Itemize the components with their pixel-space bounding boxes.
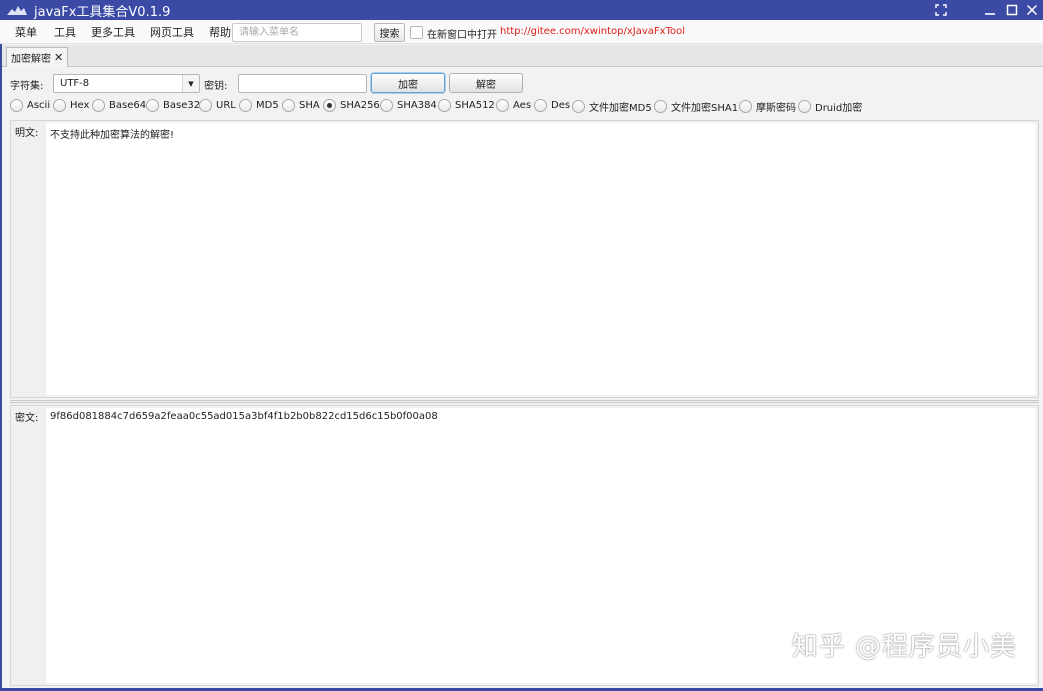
radio-hex[interactable]: Hex xyxy=(53,99,89,112)
radio-dot[interactable] xyxy=(146,99,159,112)
radio-label: Druid加密 xyxy=(815,103,863,114)
maximize-icon[interactable] xyxy=(1001,0,1023,20)
radio-base32[interactable]: Base32 xyxy=(146,99,200,112)
radio-label: 文件加密MD5 xyxy=(589,103,652,114)
ciphertext-label: 密文: xyxy=(15,413,39,424)
radio-label: Base64 xyxy=(109,100,147,111)
menu-item-web-tools[interactable]: 网页工具 xyxy=(148,24,196,40)
radio-sha384[interactable]: SHA384 xyxy=(380,99,437,112)
algorithm-radio-group: Ascii Hex Base64 Base32 URL MD5 SHA SHA2… xyxy=(0,98,1043,116)
minimize-icon[interactable] xyxy=(979,0,1001,20)
tab-encrypt-decrypt[interactable]: 加密解密 ✕ xyxy=(6,47,69,67)
radio-dot-selected[interactable] xyxy=(323,99,336,112)
project-link[interactable]: http://gitee.com/xwintop/xJavaFxTool xyxy=(500,26,685,37)
radio-morse[interactable]: 摩斯密码 xyxy=(739,99,796,114)
encrypt-button[interactable]: 加密 xyxy=(371,73,445,93)
decrypt-button[interactable]: 解密 xyxy=(449,73,523,93)
radio-dot[interactable] xyxy=(199,99,212,112)
radio-label: SHA xyxy=(299,100,320,111)
app-logo-icon xyxy=(7,6,27,15)
key-input[interactable] xyxy=(238,74,367,93)
new-window-checkbox[interactable] xyxy=(410,26,423,39)
charset-select[interactable]: UTF-8 ▼ xyxy=(53,74,200,93)
radio-file-md5[interactable]: 文件加密MD5 xyxy=(572,99,652,114)
menu-item-more-tools[interactable]: 更多工具 xyxy=(89,24,137,40)
window-border-left xyxy=(0,44,2,691)
menu-item-help[interactable]: 帮助 xyxy=(207,24,233,40)
radio-dot[interactable] xyxy=(282,99,295,112)
radio-label: Hex xyxy=(70,100,90,111)
radio-dot[interactable] xyxy=(654,100,667,113)
fullscreen-icon[interactable] xyxy=(930,0,952,20)
radio-druid[interactable]: Druid加密 xyxy=(798,99,862,114)
radio-label: Aes xyxy=(513,100,532,111)
new-window-label: 在新窗口中打开 xyxy=(427,30,497,41)
watermark: 知乎 @程序员小美 xyxy=(791,632,1017,662)
menu-item-menu[interactable]: 菜单 xyxy=(13,24,39,40)
tab-bar: 加密解密 ✕ xyxy=(0,45,1043,67)
options-row: 字符集: UTF-8 ▼ 密钥: 加密 解密 xyxy=(0,72,1043,94)
radio-dot[interactable] xyxy=(496,99,509,112)
radio-label: SHA512 xyxy=(455,100,495,111)
window-title: javaFx工具集合V0.1.9 xyxy=(34,4,171,20)
key-label: 密钥: xyxy=(204,81,228,92)
title-bar: javaFx工具集合V0.1.9 xyxy=(0,0,1043,20)
search-button[interactable]: 搜索 xyxy=(374,23,405,42)
plaintext-textarea[interactable]: 不支持此种加密算法的解密! xyxy=(46,123,1036,395)
radio-sha256[interactable]: SHA256 xyxy=(323,99,380,112)
charset-label: 字符集: xyxy=(10,81,44,92)
radio-md5[interactable]: MD5 xyxy=(239,99,279,112)
radio-base64[interactable]: Base64 xyxy=(92,99,146,112)
radio-ascii[interactable]: Ascii xyxy=(10,99,50,112)
radio-dot[interactable] xyxy=(739,100,752,113)
radio-dot[interactable] xyxy=(380,99,393,112)
radio-file-sha1[interactable]: 文件加密SHA1 xyxy=(654,99,738,114)
radio-dot[interactable] xyxy=(92,99,105,112)
radio-dot[interactable] xyxy=(534,99,547,112)
radio-label: MD5 xyxy=(256,100,279,111)
charset-value: UTF-8 xyxy=(60,78,90,89)
radio-des[interactable]: Des xyxy=(534,99,570,112)
radio-label: Des xyxy=(551,100,571,111)
radio-label: SHA384 xyxy=(397,100,437,111)
radio-dot[interactable] xyxy=(798,100,811,113)
tab-label: 加密解密 xyxy=(11,54,51,65)
radio-dot[interactable] xyxy=(438,99,451,112)
menu-bar: 菜单 工具 更多工具 网页工具 帮助 搜索 在新窗口中打开 http://git… xyxy=(0,20,1043,44)
radio-label: 摩斯密码 xyxy=(756,103,796,114)
radio-dot[interactable] xyxy=(10,99,23,112)
radio-label: SHA256 xyxy=(340,100,380,111)
plaintext-label: 明文: xyxy=(15,128,39,139)
radio-url[interactable]: URL xyxy=(199,99,236,112)
split-divider[interactable] xyxy=(10,400,1039,403)
radio-sha[interactable]: SHA xyxy=(282,99,320,112)
radio-dot[interactable] xyxy=(572,100,585,113)
radio-sha512[interactable]: SHA512 xyxy=(438,99,495,112)
menu-search-input[interactable] xyxy=(232,23,362,42)
radio-dot[interactable] xyxy=(239,99,252,112)
radio-label: Base32 xyxy=(163,100,201,111)
tab-close-icon[interactable]: ✕ xyxy=(54,51,63,64)
chevron-down-icon[interactable]: ▼ xyxy=(182,75,199,92)
menu-item-tools[interactable]: 工具 xyxy=(52,24,78,40)
radio-label: 文件加密SHA1 xyxy=(671,103,739,114)
close-icon[interactable] xyxy=(1021,0,1043,20)
radio-aes[interactable]: Aes xyxy=(496,99,531,112)
plaintext-panel: 明文: 不支持此种加密算法的解密! xyxy=(10,120,1039,398)
radio-label: Ascii xyxy=(27,100,51,111)
radio-label: URL xyxy=(216,100,236,111)
radio-dot[interactable] xyxy=(53,99,66,112)
